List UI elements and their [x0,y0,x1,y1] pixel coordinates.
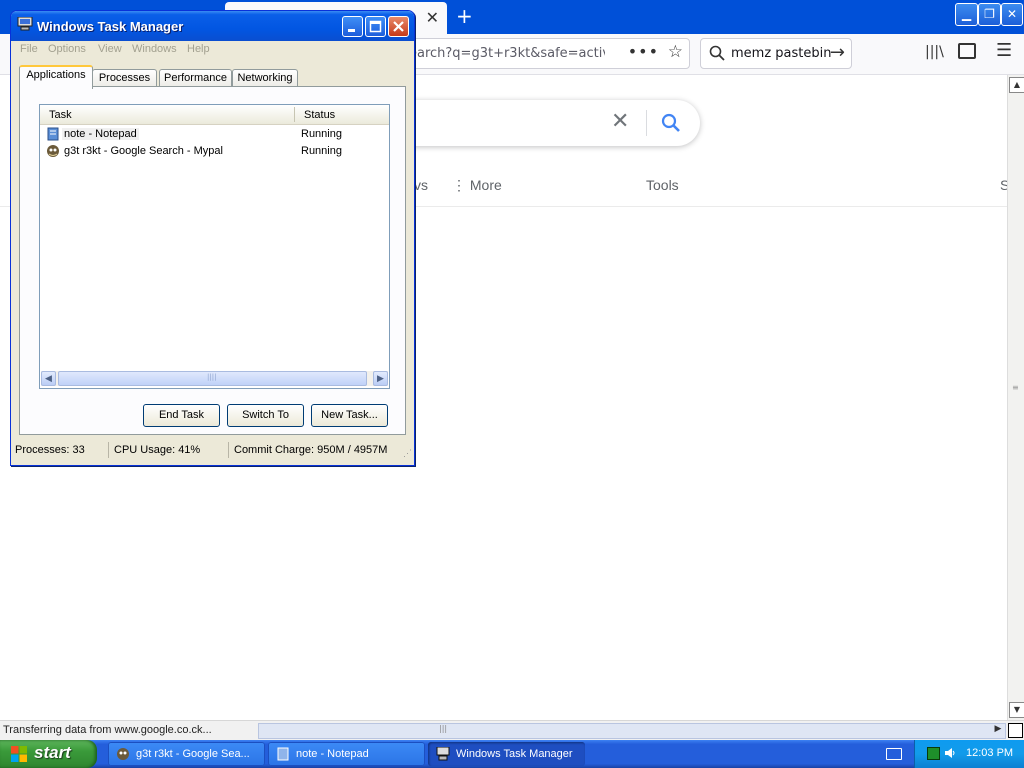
task-status: Running [301,145,342,157]
tab-networking[interactable]: Networking [232,69,298,87]
library-icon[interactable]: |||\ [925,44,944,60]
task-name: g3t r3kt - Google Search - Mypal [64,145,223,157]
keyboard-icon[interactable] [886,748,902,760]
column-header-task[interactable]: Task [49,109,72,121]
vertical-scrollbar[interactable]: ▲ ≡ ▼ [1007,75,1024,720]
nav-tools[interactable]: Tools [646,177,679,193]
search-box[interactable]: memz pastebin → [700,38,852,69]
search-icon [709,45,725,61]
mypal-browser-icon [47,145,59,157]
volume-icon[interactable] [943,746,957,760]
bookmark-star-icon[interactable]: ☆ [668,42,683,62]
end-task-button[interactable]: End Task [143,404,220,427]
task-manager-window: Windows Task Manager File Options View W… [10,10,415,466]
close-tab-icon[interactable]: ✕ [426,8,439,27]
menu-bar: File Options View Windows Help [14,41,409,59]
task-list[interactable]: Task Status note - Notepad Running g3t r… [39,104,390,389]
taskbar-button-label: note - Notepad [296,748,369,760]
minimize-button[interactable] [342,16,363,37]
commit-charge: Commit Charge: 950M / 4957M [234,444,388,456]
menu-file[interactable]: File [20,43,38,55]
cpu-usage: CPU Usage: 41% [110,442,229,458]
scroll-up-icon[interactable]: ▲ [1009,77,1024,93]
menu-view[interactable]: View [98,43,122,55]
network-icon[interactable] [927,747,940,760]
hamburger-menu-icon[interactable]: ☰ [996,40,1012,61]
maximize-icon [369,20,382,33]
mypal-browser-icon [117,748,129,760]
taskbar-button-task-manager[interactable]: Windows Task Manager [428,742,585,766]
nav-more-label: More [469,177,502,193]
google-search-box[interactable]: ✕ [395,100,700,146]
status-text: Transferring data from www.google.co.ck.… [3,724,212,736]
google-search-icon[interactable] [661,113,681,133]
search-go-icon[interactable]: → [830,42,845,63]
taskbar-button-browser[interactable]: g3t r3kt - Google Sea... [108,742,265,766]
taskbar-button-label: Windows Task Manager [456,748,573,760]
list-horizontal-scrollbar[interactable]: ◀ |||| ▶ [41,371,388,386]
nav-news[interactable]: vs [414,177,428,193]
list-item[interactable]: g3t r3kt - Google Search - Mypal Running [44,143,384,159]
taskbar-button-notepad[interactable]: note - Notepad [268,742,425,766]
taskbar-button-label: g3t r3kt - Google Sea... [136,748,250,760]
task-name: note - Notepad [62,128,139,140]
notepad-icon [47,127,59,141]
menu-options[interactable]: Options [48,43,86,55]
nav-more[interactable]: ⋮ More [452,177,502,194]
search-input[interactable]: memz pastebin [731,46,831,61]
clock[interactable]: 12:03 PM [966,747,1013,759]
close-button[interactable] [388,16,409,37]
status-bar: Processes: 33 CPU Usage: 41% Commit Char… [11,439,414,461]
scroll-right-icon[interactable]: ▶ [373,371,388,386]
scroll-thumb[interactable]: |||| [58,371,367,386]
window-title: Windows Task Manager [37,19,184,34]
applications-panel: Task Status note - Notepad Running g3t r… [19,86,406,435]
clear-icon[interactable]: ✕ [611,109,629,134]
minimize-icon [348,29,355,32]
column-header-status[interactable]: Status [304,109,335,121]
kebab-icon: ⋮ [452,177,466,193]
start-label: start [34,743,71,762]
menu-windows[interactable]: Windows [132,43,177,55]
scroll-down-icon[interactable]: ▼ [1009,702,1024,718]
scroll-grip-icon: |||| [207,373,217,381]
switch-to-button[interactable]: Switch To [227,404,304,427]
computer-icon [17,17,33,31]
new-task-button[interactable]: New Task... [311,404,388,427]
scroll-right-icon[interactable]: ▶ [992,724,1004,736]
url-text[interactable]: earch?q=g3t+r3kt&safe=active& [409,46,605,61]
column-separator[interactable] [294,107,295,122]
scroll-grip-icon: ||| [439,724,448,733]
taskbar: start g3t r3kt - Google Sea... note - No… [0,740,1024,768]
start-button[interactable]: start [0,740,97,768]
list-header: Task Status [40,105,389,125]
list-item[interactable]: note - Notepad Running [44,126,384,142]
tab-performance[interactable]: Performance [159,69,232,87]
browser-status-bar: Transferring data from www.google.co.ck.… [0,720,1024,741]
horizontal-scrollbar[interactable]: ||| [258,723,1006,739]
url-bar[interactable]: earch?q=g3t+r3kt&safe=active& ••• ☆ [380,38,690,69]
scroll-grip-icon: ≡ [1012,383,1019,392]
processes-count: Processes: 33 [11,442,109,458]
scroll-corner [1008,723,1023,738]
tab-processes[interactable]: Processes [92,69,157,87]
new-tab-icon[interactable]: + [456,4,473,28]
title-bar[interactable]: Windows Task Manager [11,11,414,41]
browser-restore-button[interactable]: ❐ [978,3,1001,26]
tab-applications[interactable]: Applications [19,65,93,89]
windows-logo-icon [11,746,27,762]
menu-help[interactable]: Help [187,43,210,55]
browser-close-button[interactable]: ✕ [1001,3,1023,26]
maximize-button[interactable] [365,16,386,37]
sidebar-icon[interactable] [958,43,976,59]
browser-minimize-button[interactable]: ▁ [955,3,978,26]
computer-icon [436,747,450,761]
close-icon [393,21,404,32]
resize-grip-icon[interactable]: ⋰ [403,448,412,459]
search-box-divider [646,110,647,136]
notepad-icon [277,747,289,761]
scroll-left-icon[interactable]: ◀ [41,371,56,386]
task-status: Running [301,128,342,140]
page-actions-icon[interactable]: ••• [628,42,659,61]
